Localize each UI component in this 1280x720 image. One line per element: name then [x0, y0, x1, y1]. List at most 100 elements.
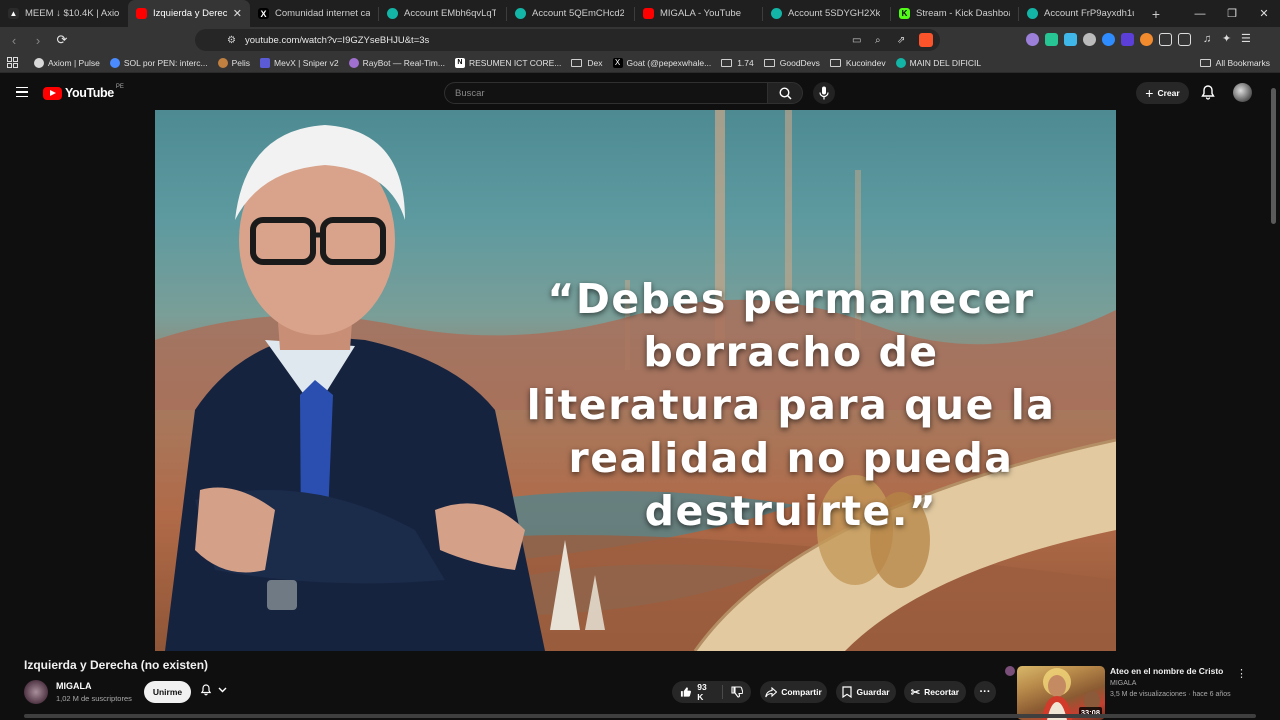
bookmark-folder[interactable]: Kucoindev — [829, 58, 886, 68]
video-title: Izquierda y Derecha (no existen) — [24, 658, 209, 672]
like-button[interactable]: 93 K — [672, 681, 722, 703]
share-button[interactable]: Compartir — [760, 681, 827, 703]
extension-icon[interactable] — [1026, 33, 1039, 46]
voice-search-button[interactable] — [813, 82, 835, 104]
account-avatar[interactable] — [1233, 83, 1252, 102]
puzzle-icon[interactable] — [1159, 33, 1172, 46]
leo-ai-icon[interactable]: ✦ — [1222, 33, 1235, 46]
bookmark-item[interactable]: Axiom | Pulse — [34, 57, 100, 68]
forward-icon[interactable]: › — [28, 30, 48, 50]
extension-icon[interactable] — [1083, 33, 1096, 46]
bookmarks-bar: Axiom | Pulse SOL por PEN: interc... Pel… — [0, 53, 1280, 73]
hamburger-menu-icon[interactable] — [16, 87, 28, 97]
bookmark-folder[interactable]: GoodDevs — [763, 58, 820, 68]
tab-strip: ▲ MEEM ↓ $10.4K | Axiom Izquierda y Dere… — [0, 0, 1280, 27]
site-info-icon[interactable]: ⚙ — [227, 35, 236, 46]
video-quote-text: “Debes permanecer borracho de literatura… — [526, 275, 1056, 535]
more-vertical-icon[interactable]: ⋮ — [1236, 667, 1247, 680]
bookmark-folder[interactable]: Dex — [571, 58, 603, 68]
restore-icon[interactable]: ❐ — [1216, 0, 1248, 27]
youtube-icon — [643, 8, 654, 19]
notion-icon: N — [454, 57, 465, 68]
browser-tab-active[interactable]: Izquierda y Derecha (n ✕ — [128, 0, 250, 27]
youtube-play-icon — [43, 86, 62, 100]
extension-icon[interactable] — [1064, 33, 1077, 46]
extension-icon[interactable] — [1121, 33, 1134, 46]
horizontal-scrollbar[interactable] — [24, 714, 1256, 718]
bell-icon — [200, 684, 212, 696]
join-button[interactable]: Unirme — [144, 681, 191, 703]
browser-tab[interactable]: Account 5SDYGH2Xkbqcd — [763, 0, 890, 27]
recommended-video-title[interactable]: Ateo en el nombre de Cristo — [1110, 666, 1223, 676]
browser-tab[interactable]: Account 5QEmCHcd2wi2C — [507, 0, 634, 27]
sidebar-icon[interactable] — [1178, 33, 1191, 46]
extension-icon[interactable] — [1045, 33, 1058, 46]
youtube-icon — [136, 8, 147, 19]
solscan-icon — [387, 8, 398, 19]
search-box — [444, 82, 767, 104]
bookmark-item[interactable]: SOL por PEN: interc... — [109, 57, 208, 68]
solscan-icon — [515, 8, 526, 19]
youtube-logo[interactable]: YouTube PE — [43, 84, 124, 100]
recommended-channel-name[interactable]: MIGALA — [1110, 680, 1136, 687]
reload-icon[interactable]: ⟳ — [52, 30, 72, 50]
kick-icon: K — [899, 8, 910, 19]
music-icon[interactable]: ♫ — [1203, 33, 1216, 46]
search-button[interactable] — [767, 82, 803, 104]
brave-shields-icon[interactable] — [919, 33, 933, 47]
bookmark-item[interactable]: Pelis — [217, 57, 250, 68]
recommended-video-thumbnail[interactable]: 33:08 — [1017, 666, 1105, 720]
url-text[interactable]: youtube.com/watch?v=I9GZYseBHJU&t=3s — [245, 35, 429, 46]
search-input[interactable] — [445, 83, 767, 104]
extension-icon[interactable] — [1140, 33, 1153, 46]
browser-tab[interactable]: ▲ MEEM ↓ $10.4K | Axiom — [0, 0, 128, 27]
mevx-icon — [260, 57, 271, 68]
subscriber-count: 1,02 M de suscriptores — [56, 694, 132, 703]
notifications-bell-icon[interactable] — [1200, 84, 1216, 100]
bookmark-folder[interactable]: 1.74 — [721, 58, 754, 68]
zoom-icon[interactable]: ⌕ — [875, 35, 881, 46]
minimize-icon[interactable]: — — [1184, 0, 1216, 27]
recommendation-channel-badge — [1005, 666, 1015, 676]
apps-icon[interactable] — [7, 57, 18, 68]
video-player[interactable]: “Debes permanecer borracho de literatura… — [155, 110, 1116, 651]
close-window-icon[interactable]: ✕ — [1248, 0, 1280, 27]
dislike-button[interactable] — [723, 681, 751, 703]
browser-tab[interactable]: K Stream - Kick Dashboard — [891, 0, 1018, 27]
menu-icon[interactable]: ☰ — [1241, 33, 1254, 46]
browser-tab[interactable]: X Comunidad internet cat m — [250, 0, 378, 27]
folder-icon — [1199, 58, 1211, 67]
share-icon — [765, 686, 778, 697]
extensions-area: ♫ ✦ ☰ — [1026, 33, 1254, 46]
close-tab-icon[interactable]: ✕ — [227, 7, 242, 20]
all-bookmarks[interactable]: All Bookmarks — [1199, 58, 1270, 68]
page-scrollbar[interactable] — [1271, 88, 1276, 224]
bookmark-item[interactable]: X Goat (@pepexwhale... — [612, 57, 711, 68]
clip-button[interactable]: ✂ Recortar — [904, 681, 966, 703]
search-icon — [779, 87, 792, 100]
address-bar[interactable]: ⚙ youtube.com/watch?v=I9GZYseBHJU&t=3s ▭… — [195, 29, 940, 51]
bookmark-item[interactable]: MAIN DEL DIFICIL — [895, 57, 981, 68]
recommended-video-meta: 3,5 M de visualizaciones · hace 6 años — [1110, 691, 1231, 698]
new-tab-button[interactable]: + — [1143, 6, 1169, 22]
extension-icon[interactable] — [1102, 33, 1115, 46]
channel-name[interactable]: MIGALA — [56, 681, 92, 691]
back-icon[interactable]: ‹ — [4, 30, 24, 50]
bookmark-item[interactable]: N RESUMEN ICT CORE... — [454, 57, 561, 68]
cast-icon[interactable]: ▭ — [852, 35, 861, 46]
channel-avatar[interactable] — [24, 680, 48, 704]
create-button[interactable]: + Crear — [1136, 82, 1189, 104]
microphone-icon — [819, 86, 829, 100]
window-controls: — ❐ ✕ — [1184, 0, 1280, 27]
bookmark-item[interactable]: RayBot — Real-Tim... — [348, 57, 445, 68]
browser-tab[interactable]: MIGALA - YouTube — [635, 0, 762, 27]
like-dislike-bar: 93 K — [672, 681, 751, 703]
browser-tab[interactable]: Account FrP9ayxdh1udmU — [1019, 0, 1143, 27]
folder-icon — [829, 58, 841, 67]
browser-tab[interactable]: Account EMbh6qvLqTGLg — [379, 0, 506, 27]
share-page-icon[interactable]: ⇗ — [897, 35, 905, 46]
save-button[interactable]: Guardar — [836, 681, 896, 703]
more-actions-button[interactable]: ··· — [974, 681, 996, 703]
bookmark-item[interactable]: MevX | Sniper v2 — [260, 57, 339, 68]
subscription-bell[interactable] — [200, 683, 227, 696]
